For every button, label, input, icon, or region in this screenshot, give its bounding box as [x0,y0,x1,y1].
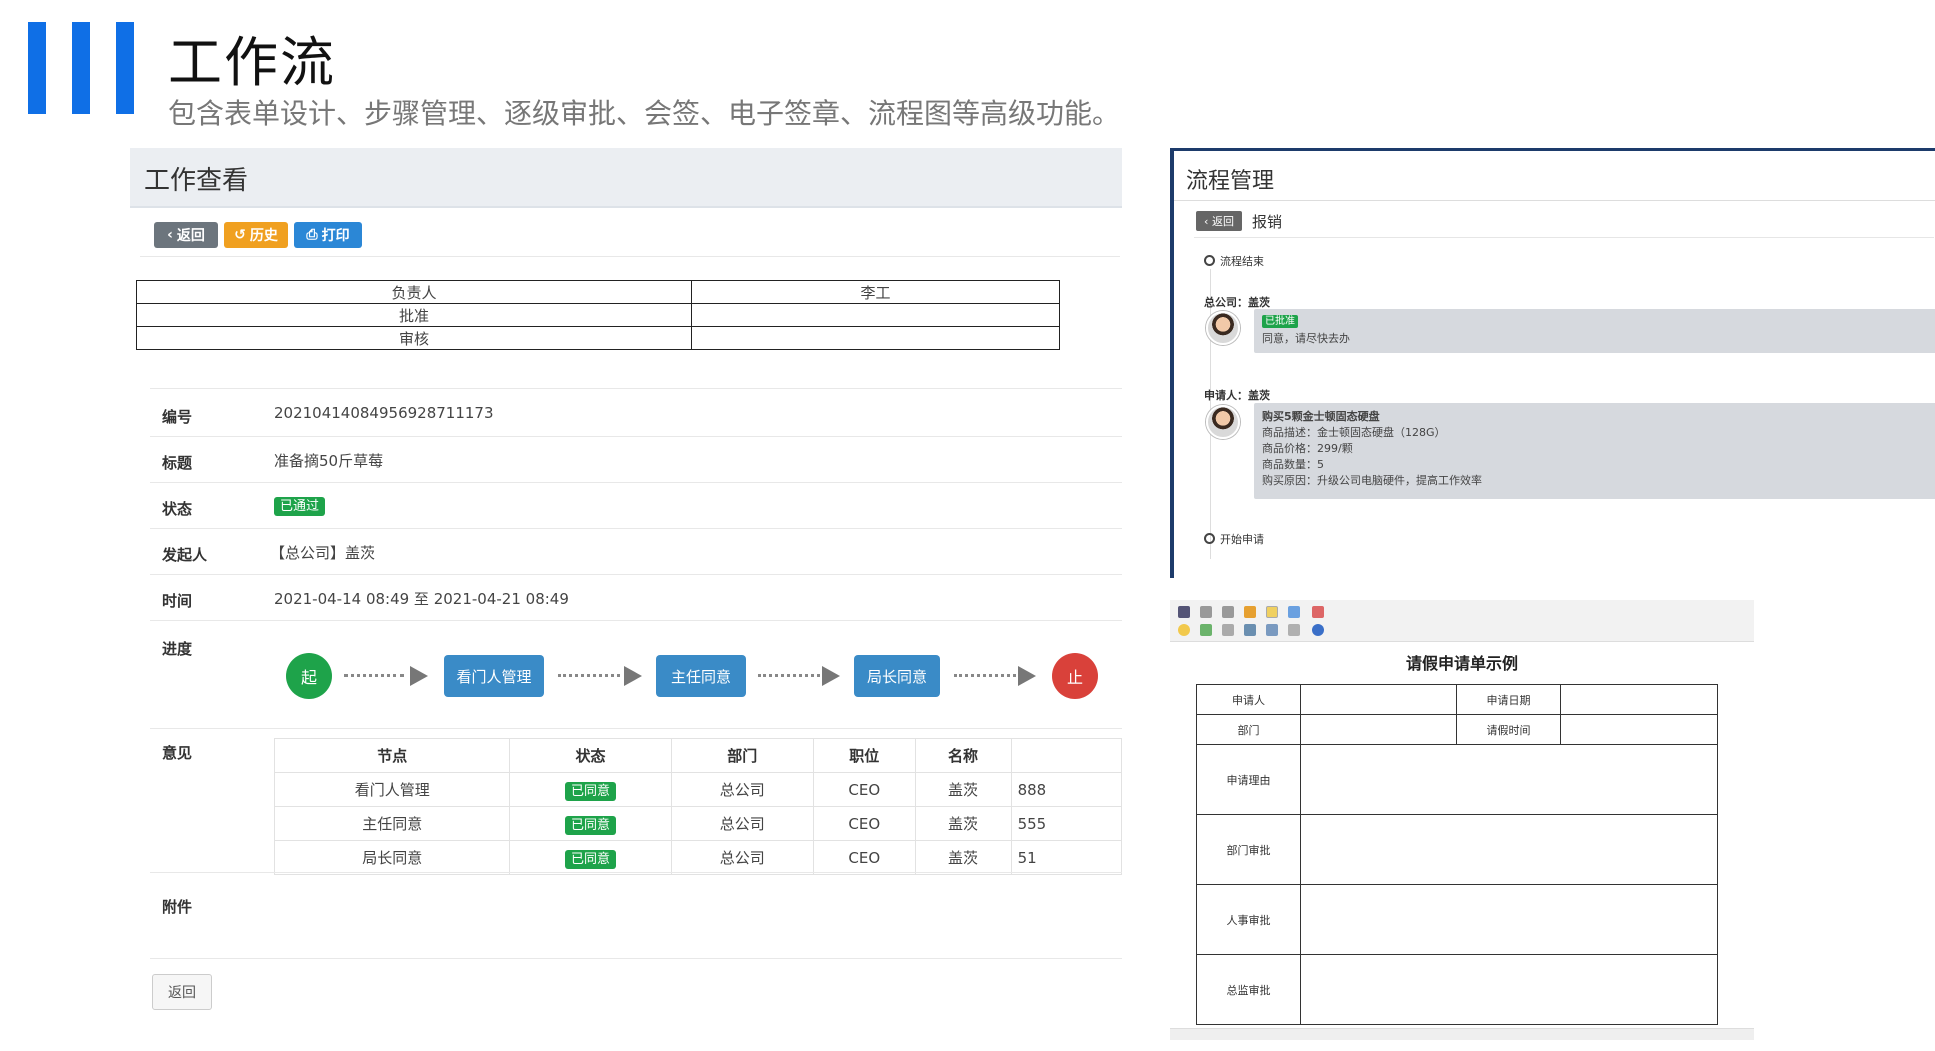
flow-step-3: 局长同意 [854,655,940,697]
table-row: 主任同意 已同意 总公司 CEO 盖茨 555 [273,806,1123,841]
unlink-icon[interactable] [1288,624,1300,636]
print-icon: ⎙ [306,227,318,243]
applicant-label: 申请人：盖茨 [1204,389,1270,402]
edit-icon[interactable] [1266,606,1278,618]
history-icon: ↺ [234,227,246,243]
pointer-icon[interactable] [1288,606,1300,618]
resize-handle[interactable] [1170,1028,1754,1040]
approver-label: 总公司：盖茨 [1204,296,1270,309]
editor-toolbar [1170,600,1754,642]
form-title: 请假申请单示例 [1405,654,1518,673]
section-title: 工作流 [168,31,336,94]
work-view-panel: 工作查看 ‹ 返回 ↺ 历史 ⎙ 打印 负责人 李工 批准 审核 编号 20210414… [130,148,1123,1028]
progress-label: 进度 [162,640,193,658]
section-subtitle: 包含表单设计、步骤管理、逐级审批、会签、电子签章、流程图等高级功能。 [168,97,1121,130]
initiator-label: 发起人 [162,546,208,564]
status-label: 状态 [162,500,193,518]
status-value: 已通过 [274,495,326,516]
table-icon[interactable] [1178,606,1190,618]
flow-step-1: 看门人管理 [444,655,544,697]
help-icon[interactable] [1312,624,1324,636]
arrow-right-icon [1018,666,1036,686]
chevron-left-icon: ‹ [1204,214,1209,228]
work-view-header: 工作查看 [130,148,1122,208]
print-button[interactable]: ⎙ 打印 [294,222,362,248]
flow-step-2: 主任同意 [656,655,746,697]
process-mgmt-panel: 流程管理 ‹ 返回 报销 流程结束 总公司：盖茨 已批准 同意，请尽快去办 申请… [1170,148,1935,578]
subscript-icon[interactable] [1200,606,1212,618]
form-designer-panel: 请假申请单示例 申请人 申请日期 部门 请假时间 申请理由 部门审批 人事审批 … [1170,600,1754,1040]
flow-start-node: 起 [286,653,332,699]
flow-end-node: 止 [1052,653,1098,699]
avatar [1206,405,1240,439]
arrow-right-icon [822,666,840,686]
title-label: 标题 [162,454,193,472]
timeline-end-label: 流程结束 [1220,255,1264,268]
title-value: 准备摘50斤草莓 [274,452,384,470]
anchor-icon[interactable] [1244,624,1256,636]
timeline-start-icon [1204,533,1215,544]
item-title: 购买5颗金士顿固态硬盘 [1262,410,1380,423]
process-back-button[interactable]: ‹ 返回 [1196,211,1242,231]
smiley-icon[interactable] [1178,624,1190,636]
process-mgmt-header: 流程管理 [1174,151,1935,201]
history-button[interactable]: ↺ 历史 [224,222,288,248]
breadcrumb: 报销 [1252,213,1283,231]
table-row: 局长同意 已同意 总公司 CEO 盖茨 51 [273,840,1123,875]
arrow-right-icon [624,666,642,686]
opinion-table: 节点 状态 部门 职位 名称 看门人管理 已同意 总公司 CEO 盖茨 888 … [273,738,1123,875]
save-icon[interactable] [1222,624,1234,636]
approved-badge: 已批准 [1262,315,1298,328]
status-badge: 已同意 [564,782,616,801]
avatar [1206,311,1240,345]
status-badge: 已通过 [274,497,326,516]
link-icon[interactable] [1266,624,1278,636]
superscript-icon[interactable] [1222,606,1234,618]
attachment-label: 附件 [162,898,193,916]
number-value: 20210414084956928711173 [274,404,494,422]
footer-back-button[interactable]: 返回 [152,974,212,1010]
sign-table: 负责人 李工 批准 审核 [136,280,1060,350]
approval-bubble: 已批准 同意，请尽快去办 [1254,309,1935,353]
application-bubble: 购买5颗金士顿固态硬盘 商品描述：金士顿固态硬盘（128G） 商品价格：299/… [1254,403,1935,499]
image-icon[interactable] [1200,624,1212,636]
brush-icon[interactable] [1244,606,1256,618]
timeline-start-label: 开始申请 [1220,533,1264,546]
process-mgmt-title: 流程管理 [1186,169,1275,194]
work-view-title: 工作查看 [144,166,249,196]
chevron-left-icon: ‹ [167,227,173,243]
time-value: 2021-04-14 08:49 至 2021-04-21 08:49 [274,590,569,608]
status-badge: 已同意 [564,816,616,835]
source-icon[interactable] [1312,606,1324,618]
initiator-value: 【总公司】盖茨 [270,544,376,562]
time-label: 时间 [162,592,193,610]
table-row: 看门人管理 已同意 总公司 CEO 盖茨 888 [273,772,1123,807]
status-badge: 已同意 [564,850,616,869]
number-label: 编号 [162,408,193,426]
arrow-right-icon [410,666,428,686]
leave-form-table: 申请人 申请日期 部门 请假时间 申请理由 部门审批 人事审批 总监审批 [1196,684,1718,1025]
approval-comment: 同意，请尽快去办 [1262,332,1350,345]
opinion-label: 意见 [162,744,193,762]
timeline-end-icon [1204,255,1215,266]
back-button[interactable]: ‹ 返回 [154,222,218,248]
